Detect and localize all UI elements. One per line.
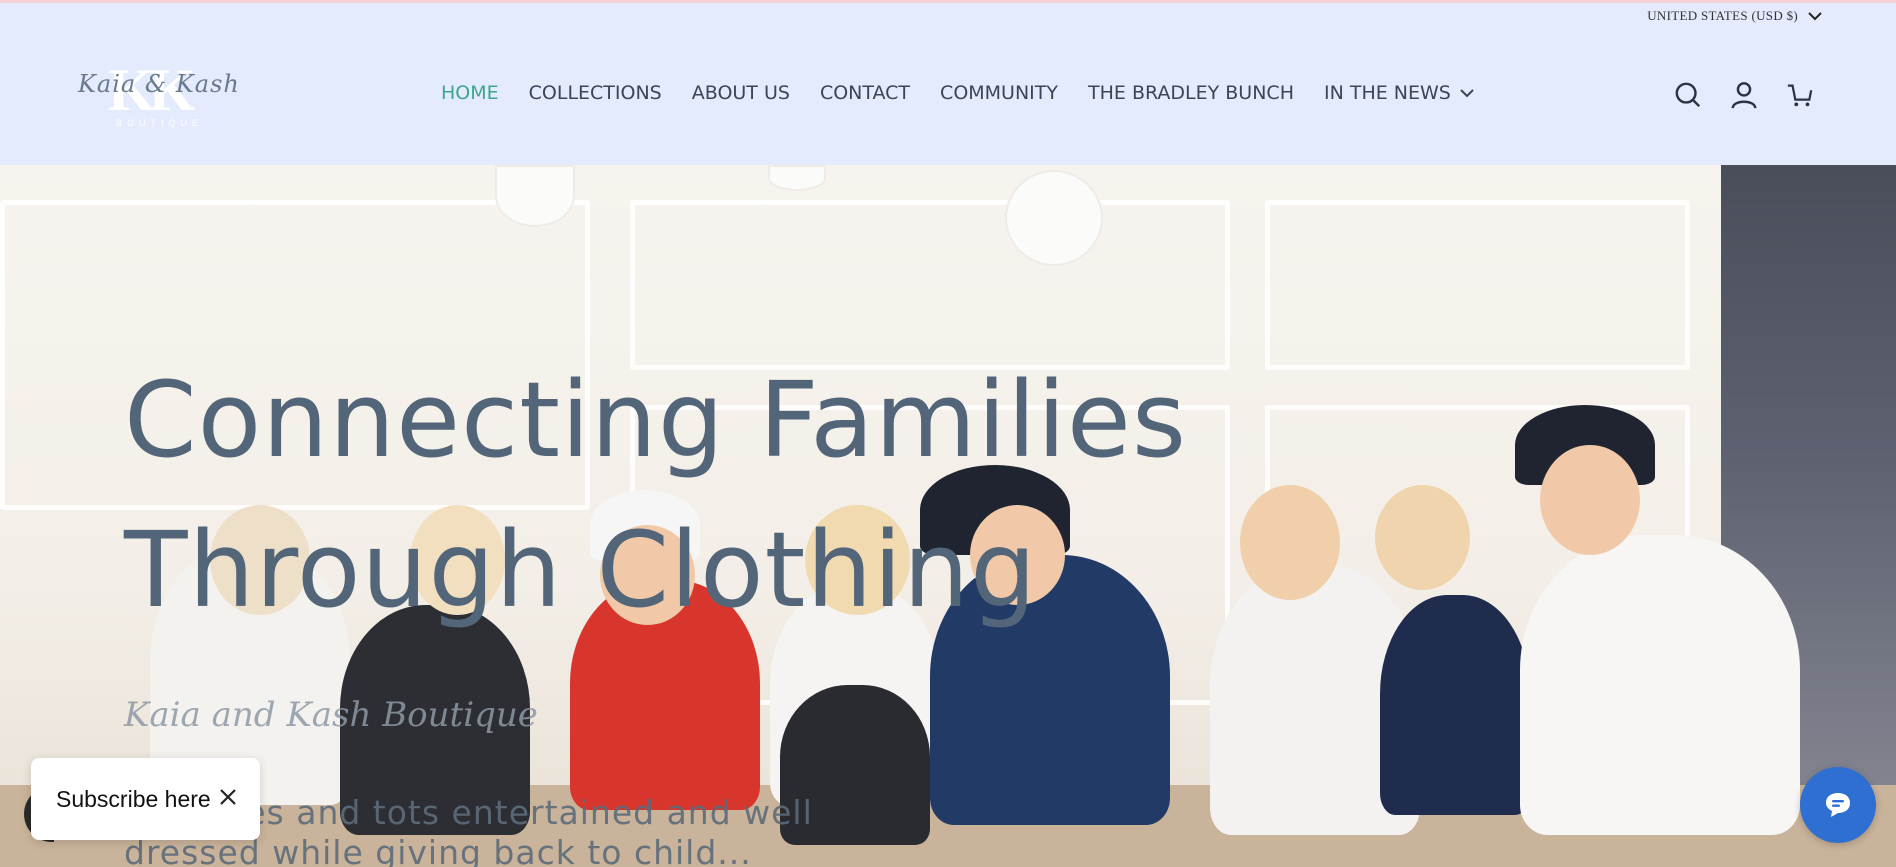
- hero-banner: Connecting Families Through Clothing Kai…: [0, 165, 1896, 867]
- hero-title: Connecting Families Through Clothing: [124, 359, 1188, 631]
- main-navigation: HOME COLLECTIONS ABOUT US CONTACT COMMUN…: [441, 82, 1505, 104]
- subscribe-label: Subscribe here: [56, 785, 211, 812]
- nav-item-home[interactable]: HOME: [441, 82, 499, 104]
- nav-item-collections[interactable]: COLLECTIONS: [529, 82, 662, 104]
- account-icon[interactable]: [1730, 80, 1758, 110]
- chevron-down-icon: [1808, 12, 1822, 21]
- cart-icon[interactable]: [1786, 80, 1814, 110]
- site-header: UNITED STATES (USD $) KK Kaia & Kash BOU…: [0, 0, 1896, 165]
- header-icons: [1674, 80, 1814, 110]
- currency-selector[interactable]: UNITED STATES (USD $): [1647, 8, 1822, 24]
- nav-item-about-us[interactable]: ABOUT US: [692, 82, 790, 104]
- nav-item-the-bradley-bunch[interactable]: THE BRADLEY BUNCH: [1088, 82, 1294, 104]
- brand-logo[interactable]: KK Kaia & Kash BOUTIQUE: [78, 60, 243, 130]
- hero-script-text: Kaia and Kash Boutique: [124, 695, 538, 735]
- nav-item-community[interactable]: COMMUNITY: [940, 82, 1058, 104]
- subscribe-popup[interactable]: Subscribe here: [31, 758, 260, 840]
- nav-item-contact[interactable]: CONTACT: [820, 82, 910, 104]
- logo-subtitle: BOUTIQUE: [116, 118, 204, 128]
- chat-button[interactable]: [1800, 767, 1876, 843]
- logo-script: Kaia & Kash: [78, 70, 240, 98]
- search-icon[interactable]: [1674, 80, 1702, 110]
- currency-label: UNITED STATES (USD $): [1647, 8, 1798, 23]
- top-accent-line: [0, 0, 1896, 3]
- nav-item-in-the-news[interactable]: IN THE NEWS: [1324, 82, 1475, 104]
- chat-icon: [1826, 793, 1850, 817]
- close-icon[interactable]: [218, 787, 238, 807]
- chevron-down-icon: [1460, 89, 1474, 98]
